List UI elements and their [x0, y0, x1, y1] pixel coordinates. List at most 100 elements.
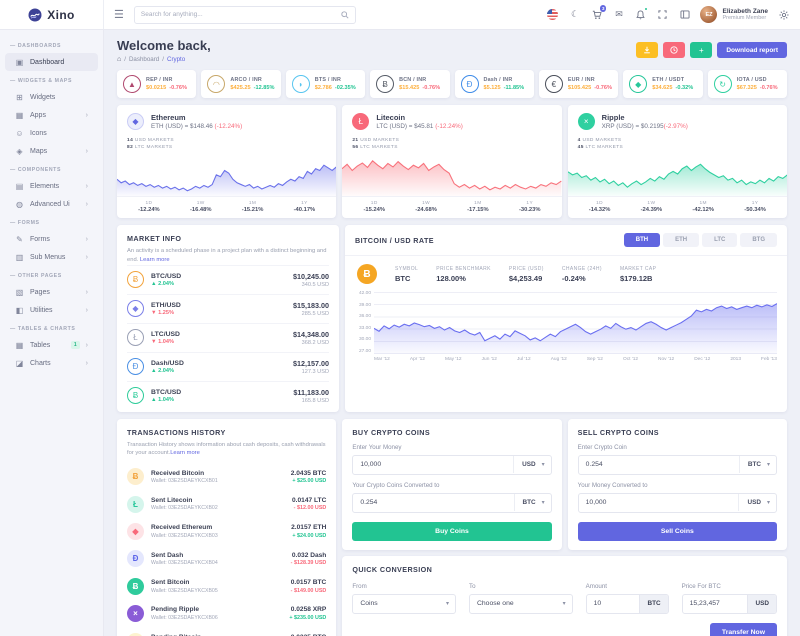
transaction-row[interactable]: Ƀ Received Bitcoin Wallet: 03E2SDAEYKCXB0… — [127, 463, 326, 490]
market-row-ltc-usd[interactable]: Ł LTC/USD ▼ 1.04% $14,348.00 368.2 USD — [127, 322, 329, 352]
x-axis-label: Sep '12 — [586, 357, 603, 363]
ltc-icon: Ł — [127, 329, 144, 347]
ripple-tx-icon: × — [127, 605, 144, 623]
buy-coins-input[interactable]: 0.254 BTC ▾ — [352, 492, 552, 513]
currency-select[interactable]: USD — [513, 456, 540, 474]
y-axis: 42.00 39.00 36.00 33.00 30.00 27.00 — [351, 292, 371, 354]
breadcrumb-crypto[interactable]: Crypto — [167, 56, 185, 63]
sidebar-item-maps[interactable]: ◈ Maps › — [5, 142, 98, 160]
sidebar-item-apps[interactable]: ▦ Apps › — [5, 106, 98, 124]
sidebar-item-pages[interactable]: ▧ Pages › — [5, 283, 98, 301]
sidebar-item-icons[interactable]: ☺ Icons — [5, 124, 98, 142]
market-row-btc-usd-2[interactable]: Ƀ BTC/USD ▲ 1.04% $11,183.00 165.8 USD — [127, 380, 329, 410]
transaction-row[interactable]: ◆ Received Ethereum Wallet: 03E2SDAEYKCXB… — [127, 518, 326, 545]
apps-icon: ▦ — [15, 110, 24, 120]
sell-coins-button[interactable]: Sell Coins — [577, 521, 777, 541]
user-menu[interactable]: EZ Elizabeth Zane Premium Member — [700, 6, 768, 23]
sidebar-item-widgets[interactable]: ⊞ Widgets — [5, 88, 98, 106]
ticker-card-eth-usdt[interactable]: ◆ ETH / USDT $34.625 -0.32% — [623, 70, 703, 98]
transaction-row[interactable]: × Pending Ripple Wallet: 03E2SDAEYKCXB06 … — [127, 600, 326, 627]
add-button[interactable]: + — [690, 42, 713, 58]
currency-select[interactable]: BTC — [738, 456, 765, 474]
bitcoin-coin-icon: Ƀ — [357, 264, 377, 285]
dark-mode-icon[interactable]: ☾ — [568, 8, 581, 21]
breadcrumb-dashboard[interactable]: Dashboard — [129, 56, 159, 63]
tab-ltc[interactable]: LTC — [702, 233, 738, 248]
sidebar-item-advanced-ui[interactable]: ◍ Advanced Ui › — [5, 195, 98, 213]
coin-card-litecoin: Ł Litecoin LTC (USD) = $45.81 (-12.24%) … — [342, 105, 562, 219]
y-axis-label: 27.00 — [358, 348, 371, 354]
currency-select[interactable]: BTC — [513, 494, 540, 512]
global-search[interactable] — [133, 5, 356, 24]
x-axis-label: Jul '12 — [516, 357, 531, 363]
coin-cards-row: ◆ Ethereum ETH (USD) = $148.46 (-12.24%)… — [117, 105, 787, 219]
transaction-row[interactable]: Ð Sent Dash Wallet: 03E2SDAEYKCXB04 0.032… — [127, 545, 326, 572]
history-button[interactable] — [663, 42, 686, 58]
ticker-card-iota-usd[interactable]: ↻ IOTA / USD $67.325 -0.76% — [707, 70, 787, 98]
currency-select[interactable]: USD — [738, 494, 765, 512]
download-icon-button[interactable] — [636, 42, 659, 58]
x-axis-label: 2013 — [730, 357, 741, 363]
x-axis: Mar '12 Apr '12 May '12 Jun '12 Jul '12 Aug '… — [374, 357, 777, 362]
sidebar-item-elements[interactable]: ▤ Elements › — [5, 177, 98, 195]
buy-coins-button[interactable]: Buy Coins — [352, 521, 552, 541]
learn-more-link[interactable]: Learn more — [140, 257, 170, 263]
mail-icon[interactable]: ✉ — [612, 8, 625, 21]
ticker-card-rep-inr[interactable]: ▲ REP / INR $0.0215 -0.76% — [117, 70, 197, 98]
app-logo[interactable]: Xino — [0, 0, 104, 29]
ticker-card-bcn-inr[interactable]: Ƀ BCN / INR $15.425 -0.76% — [370, 70, 450, 98]
price-input[interactable]: 15,23,457 USD — [681, 593, 777, 614]
market-info-panel: MARKET INFO An activity is a scheduled p… — [117, 225, 339, 412]
market-row-eth-usd[interactable]: ◆ ETH/USD ▼ 1.25% $15,183.00 285.5 USD — [127, 293, 329, 323]
ticker-card-eur-inr[interactable]: € EUR / INR $105.425 -0.76% — [538, 70, 619, 98]
litecoin-sparkline-chart — [342, 152, 562, 197]
sidebar: — DASHBOARDS ▣ Dashboard — WIDGETS & MAP… — [0, 30, 104, 636]
coin-card-ethereum: ◆ Ethereum ETH (USD) = $148.46 (-12.24%)… — [117, 105, 337, 219]
market-row-btc-usd[interactable]: Ƀ BTC/USD ▲ 2.04% $10,245.00 340.5 USD — [127, 264, 329, 294]
sell-crypto-panel: SELL CRYPTO COINS Enter Crypto Coin 0.25… — [567, 418, 787, 550]
eth-icon: ◆ — [127, 300, 144, 318]
sell-coins-input[interactable]: 0.254 BTC ▾ — [577, 454, 777, 475]
chevron-right-icon: › — [85, 200, 88, 208]
settings-gear-icon[interactable] — [777, 8, 790, 21]
sidebar-item-tables[interactable]: ▦ Tables 1 › — [5, 336, 98, 354]
to-select[interactable]: Choose one ▾ — [468, 593, 573, 614]
cart-icon[interactable]: 3 — [590, 5, 607, 21]
transaction-row[interactable]: Ł Sent Litecoin Wallet: 03E2SDAEYKCXB02 0… — [127, 491, 326, 518]
sidebar-item-charts[interactable]: ◪ Charts › — [5, 354, 98, 372]
tab-eth[interactable]: ETH — [663, 233, 700, 248]
clock-icon — [670, 46, 678, 54]
buy-money-input[interactable]: 10,000 USD ▾ — [352, 454, 552, 475]
from-select[interactable]: Coins ▾ — [352, 593, 456, 614]
sidebar-section-dashboards: — DASHBOARDS — [10, 43, 62, 49]
ticker-card-dash-inr[interactable]: Ð Dash / INR $5.125 -11.85% — [454, 70, 534, 98]
search-input[interactable] — [140, 11, 336, 18]
tab-bth[interactable]: BTH — [623, 233, 661, 248]
search-icon — [341, 10, 349, 19]
market-row-dash-usd[interactable]: Ð Dash/USD ▲ 2.04% $12,157.00 127.3 USD — [127, 351, 329, 381]
transaction-row[interactable]: Ƀ Pending BitcoinWallet: 03E2SDAEYKCXB07… — [127, 627, 326, 636]
ticker-card-arco-inr[interactable]: ◠ ARCO / INR $425.25 -12.85% — [201, 70, 281, 98]
home-icon[interactable]: ⌂ — [117, 56, 121, 63]
sidebar-item-utilities[interactable]: ◧ Utilities › — [5, 301, 98, 319]
sidebar-item-forms[interactable]: ✎ Forms › — [5, 230, 98, 248]
page-title: Welcome back, — [117, 38, 211, 53]
language-flag-icon[interactable] — [546, 8, 559, 21]
sidebar-item-dashboard[interactable]: ▣ Dashboard — [5, 53, 98, 71]
notifications-bell-icon[interactable] — [634, 7, 649, 21]
sidebar-item-sub-menus[interactable]: ▥ Sub Menus › — [5, 248, 98, 266]
y-axis-label: 30.00 — [358, 337, 371, 343]
sell-money-input[interactable]: 10,000 USD ▾ — [577, 492, 777, 513]
tab-btg[interactable]: BTG — [740, 233, 777, 248]
transaction-row[interactable]: Ƀ Sent Bitcoin Wallet: 03E2SDAEYKCXB05 0.… — [127, 573, 326, 600]
fullscreen-icon[interactable] — [656, 8, 669, 21]
ticker-card-bts-inr[interactable]: ◗ BTS / INR $2.786 -02.35% — [285, 70, 366, 98]
menu-toggle-icon[interactable]: ☰ — [114, 8, 124, 21]
sidebar-panel-icon[interactable] — [678, 8, 691, 21]
download-report-button[interactable]: Download report — [717, 42, 787, 58]
utilities-icon: ◧ — [15, 305, 24, 315]
chevron-right-icon: › — [85, 341, 88, 349]
learn-more-link[interactable]: Learn more — [170, 450, 200, 456]
transfer-now-button[interactable]: Transfer Now — [709, 622, 777, 636]
amount-input[interactable]: 10 BTC — [585, 593, 669, 614]
